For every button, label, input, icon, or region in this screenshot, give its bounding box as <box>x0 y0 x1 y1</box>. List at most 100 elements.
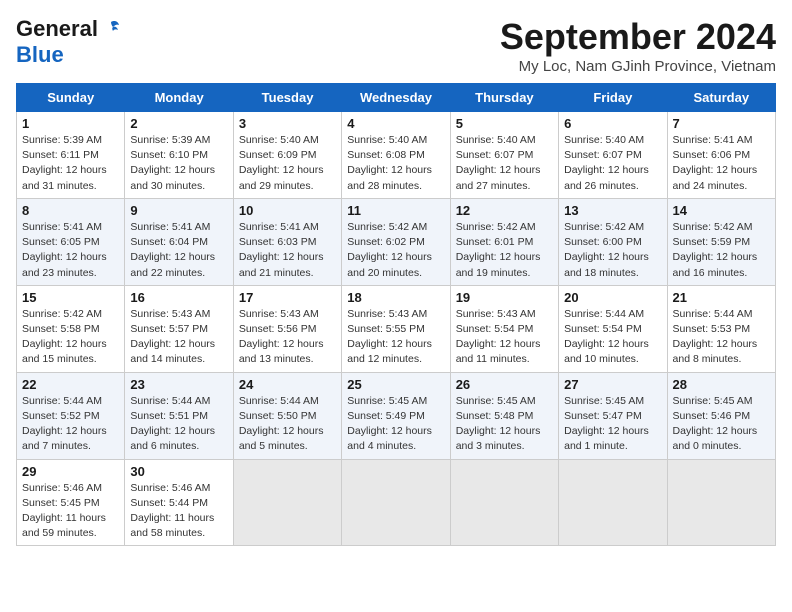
day-info: Sunrise: 5:43 AMSunset: 5:57 PMDaylight:… <box>130 307 227 368</box>
calendar-cell: 19Sunrise: 5:43 AMSunset: 5:54 PMDayligh… <box>450 285 558 372</box>
day-number: 21 <box>673 290 770 305</box>
col-saturday: Saturday <box>667 84 775 112</box>
day-info: Sunrise: 5:41 AMSunset: 6:04 PMDaylight:… <box>130 220 227 281</box>
day-number: 7 <box>673 116 770 131</box>
day-number: 17 <box>239 290 336 305</box>
day-info: Sunrise: 5:42 AMSunset: 5:58 PMDaylight:… <box>22 307 119 368</box>
col-sunday: Sunday <box>17 84 125 112</box>
day-info: Sunrise: 5:40 AMSunset: 6:07 PMDaylight:… <box>564 133 661 194</box>
day-number: 16 <box>130 290 227 305</box>
calendar-week-1: 8Sunrise: 5:41 AMSunset: 6:05 PMDaylight… <box>17 198 776 285</box>
calendar-cell: 11 Sunrise: 5:42 AMSunset: 6:02 PMDayligh… <box>342 198 450 285</box>
calendar-cell: 5Sunrise: 5:40 AMSunset: 6:07 PMDaylight… <box>450 112 558 199</box>
calendar-cell: 16 Sunrise: 5:43 AMSunset: 5:57 PMDayligh… <box>125 285 233 372</box>
calendar-cell: 2Sunrise: 5:39 AMSunset: 6:10 PMDaylight… <box>125 112 233 199</box>
calendar-table: Sunday Monday Tuesday Wednesday Thursday… <box>16 83 776 546</box>
day-info: Sunrise: 5:45 AMSunset: 5:48 PMDaylight:… <box>456 394 553 455</box>
day-info: Sunrise: 5:43 AMSunset: 5:54 PMDaylight:… <box>456 307 553 368</box>
calendar-cell <box>450 459 558 546</box>
logo-bird-icon <box>100 18 122 40</box>
day-info: Sunrise: 5:45 AMSunset: 5:46 PMDaylight:… <box>673 394 770 455</box>
calendar-cell: 17 Sunrise: 5:43 AMSunset: 5:56 PMDayligh… <box>233 285 341 372</box>
day-number: 4 <box>347 116 444 131</box>
calendar-cell: 12 Sunrise: 5:42 AMSunset: 6:01 PMDayligh… <box>450 198 558 285</box>
calendar-cell <box>667 459 775 546</box>
calendar-cell: 28 Sunrise: 5:45 AMSunset: 5:46 PMDayligh… <box>667 372 775 459</box>
day-info: Sunrise: 5:43 AMSunset: 5:56 PMDaylight:… <box>239 307 336 368</box>
calendar-cell: 8Sunrise: 5:41 AMSunset: 6:05 PMDaylight… <box>17 198 125 285</box>
calendar-cell: 6 Sunrise: 5:40 AMSunset: 6:07 PMDaylight… <box>559 112 667 199</box>
day-number: 28 <box>673 377 770 392</box>
day-info: Sunrise: 5:44 AMSunset: 5:52 PMDaylight:… <box>22 394 119 455</box>
calendar-cell: 21 Sunrise: 5:44 AMSunset: 5:53 PMDayligh… <box>667 285 775 372</box>
calendar-week-2: 15 Sunrise: 5:42 AMSunset: 5:58 PMDayligh… <box>17 285 776 372</box>
day-number: 9 <box>130 203 227 218</box>
calendar-cell: 29Sunrise: 5:46 AMSunset: 5:45 PMDayligh… <box>17 459 125 546</box>
day-number: 13 <box>564 203 661 218</box>
day-number: 6 <box>564 116 661 131</box>
col-monday: Monday <box>125 84 233 112</box>
day-info: Sunrise: 5:42 AMSunset: 5:59 PMDaylight:… <box>673 220 770 281</box>
day-info: Sunrise: 5:41 AMSunset: 6:06 PMDaylight:… <box>673 133 770 194</box>
calendar-week-4: 29Sunrise: 5:46 AMSunset: 5:45 PMDayligh… <box>17 459 776 546</box>
day-number: 14 <box>673 203 770 218</box>
col-friday: Friday <box>559 84 667 112</box>
calendar-cell: 9 Sunrise: 5:41 AMSunset: 6:04 PMDaylight… <box>125 198 233 285</box>
header: General Blue September 2024 My Loc, Nam … <box>16 16 776 75</box>
calendar-cell: 18 Sunrise: 5:43 AMSunset: 5:55 PMDayligh… <box>342 285 450 372</box>
day-number: 1 <box>22 116 119 131</box>
calendar-week-0: 1 Sunrise: 5:39 AMSunset: 6:11 PMDaylight… <box>17 112 776 199</box>
calendar-cell: 30Sunrise: 5:46 AMSunset: 5:44 PMDayligh… <box>125 459 233 546</box>
calendar-cell: 10 Sunrise: 5:41 AMSunset: 6:03 PMDayligh… <box>233 198 341 285</box>
day-number: 20 <box>564 290 661 305</box>
day-info: Sunrise: 5:39 AMSunset: 6:10 PMDaylight:… <box>130 133 227 194</box>
day-number: 29 <box>22 464 119 479</box>
day-info: Sunrise: 5:45 AMSunset: 5:47 PMDaylight:… <box>564 394 661 455</box>
calendar-cell <box>342 459 450 546</box>
day-info: Sunrise: 5:41 AMSunset: 6:03 PMDaylight:… <box>239 220 336 281</box>
day-number: 25 <box>347 377 444 392</box>
calendar-cell: 25 Sunrise: 5:45 AMSunset: 5:49 PMDayligh… <box>342 372 450 459</box>
calendar-cell: 26 Sunrise: 5:45 AMSunset: 5:48 PMDayligh… <box>450 372 558 459</box>
calendar-cell: 3 Sunrise: 5:40 AMSunset: 6:09 PMDaylight… <box>233 112 341 199</box>
day-info: Sunrise: 5:44 AMSunset: 5:53 PMDaylight:… <box>673 307 770 368</box>
logo: General Blue <box>16 16 122 68</box>
day-number: 12 <box>456 203 553 218</box>
day-info: Sunrise: 5:45 AMSunset: 5:49 PMDaylight:… <box>347 394 444 455</box>
calendar-cell: 1 Sunrise: 5:39 AMSunset: 6:11 PMDaylight… <box>17 112 125 199</box>
day-info: Sunrise: 5:42 AMSunset: 6:02 PMDaylight:… <box>347 220 444 281</box>
day-number: 3 <box>239 116 336 131</box>
day-info: Sunrise: 5:40 AMSunset: 6:08 PMDaylight:… <box>347 133 444 194</box>
calendar-cell: 24 Sunrise: 5:44 AMSunset: 5:50 PMDayligh… <box>233 372 341 459</box>
col-wednesday: Wednesday <box>342 84 450 112</box>
logo-blue: Blue <box>16 42 64 68</box>
calendar-cell: 13 Sunrise: 5:42 AMSunset: 6:00 PMDayligh… <box>559 198 667 285</box>
day-number: 24 <box>239 377 336 392</box>
day-number: 26 <box>456 377 553 392</box>
calendar-cell: 15 Sunrise: 5:42 AMSunset: 5:58 PMDayligh… <box>17 285 125 372</box>
calendar-cell <box>559 459 667 546</box>
day-info: Sunrise: 5:46 AMSunset: 5:44 PMDaylight:… <box>130 481 227 542</box>
calendar-week-3: 22Sunrise: 5:44 AMSunset: 5:52 PMDayligh… <box>17 372 776 459</box>
day-info: Sunrise: 5:42 AMSunset: 6:01 PMDaylight:… <box>456 220 553 281</box>
calendar-cell: 27 Sunrise: 5:45 AMSunset: 5:47 PMDayligh… <box>559 372 667 459</box>
calendar-body: 1 Sunrise: 5:39 AMSunset: 6:11 PMDaylight… <box>17 112 776 546</box>
day-info: Sunrise: 5:40 AMSunset: 6:09 PMDaylight:… <box>239 133 336 194</box>
day-number: 10 <box>239 203 336 218</box>
month-title: September 2024 <box>500 16 776 58</box>
day-info: Sunrise: 5:44 AMSunset: 5:51 PMDaylight:… <box>130 394 227 455</box>
day-info: Sunrise: 5:42 AMSunset: 6:00 PMDaylight:… <box>564 220 661 281</box>
location-title: My Loc, Nam GJinh Province, Vietnam <box>500 58 776 75</box>
day-number: 11 <box>347 203 444 218</box>
col-tuesday: Tuesday <box>233 84 341 112</box>
day-number: 23 <box>130 377 227 392</box>
calendar-cell: 14 Sunrise: 5:42 AMSunset: 5:59 PMDayligh… <box>667 198 775 285</box>
day-number: 15 <box>22 290 119 305</box>
day-info: Sunrise: 5:44 AMSunset: 5:50 PMDaylight:… <box>239 394 336 455</box>
day-number: 8 <box>22 203 119 218</box>
calendar-cell: 4 Sunrise: 5:40 AMSunset: 6:08 PMDaylight… <box>342 112 450 199</box>
day-info: Sunrise: 5:43 AMSunset: 5:55 PMDaylight:… <box>347 307 444 368</box>
day-info: Sunrise: 5:39 AMSunset: 6:11 PMDaylight:… <box>22 133 119 194</box>
day-number: 27 <box>564 377 661 392</box>
day-number: 18 <box>347 290 444 305</box>
